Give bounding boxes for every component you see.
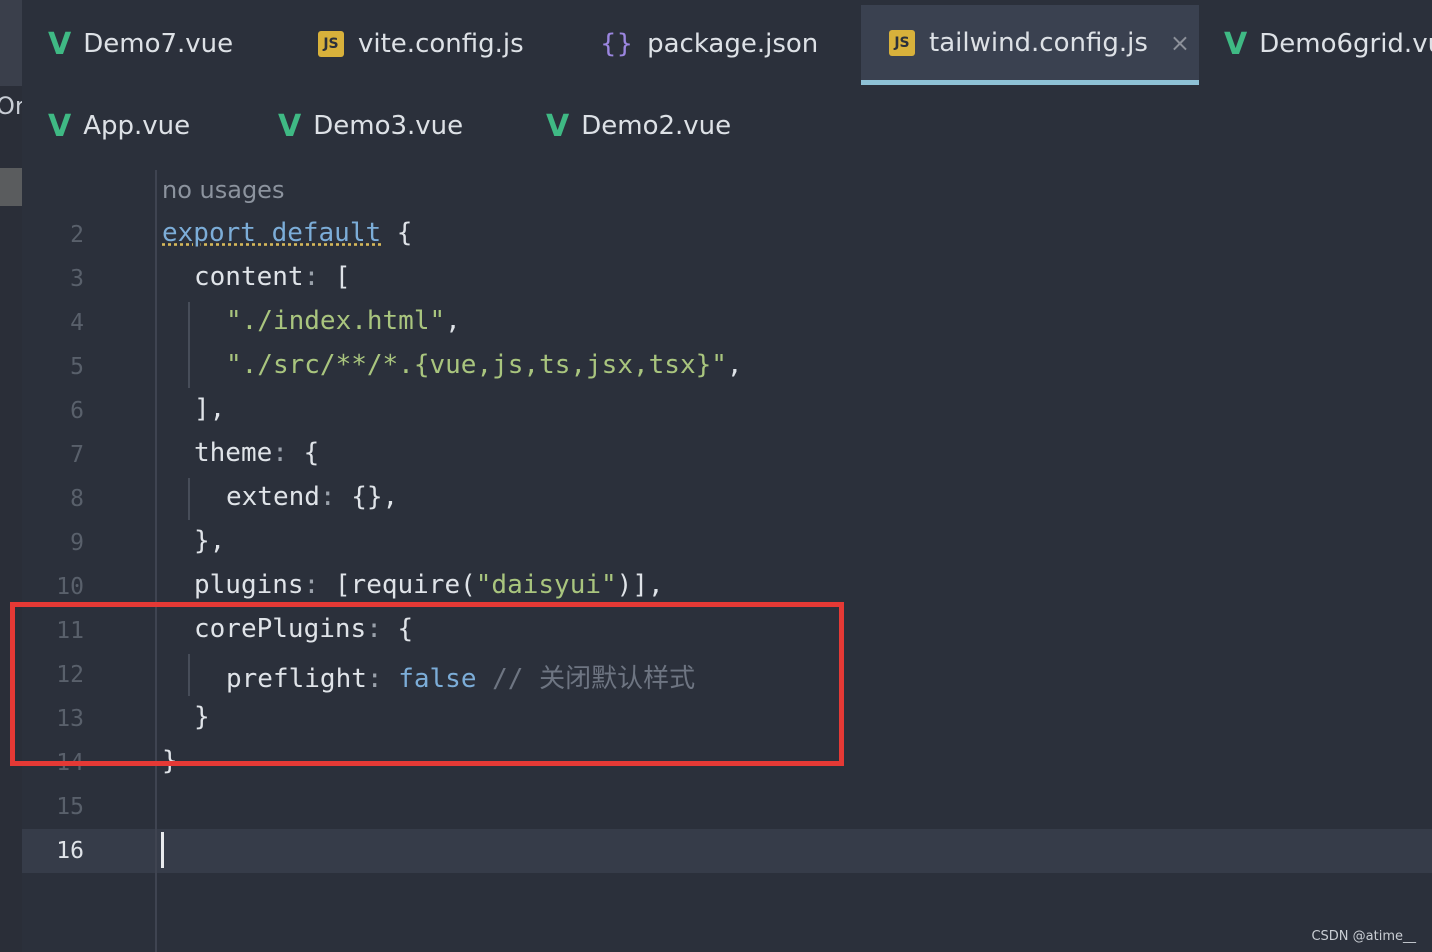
js-icon: JS	[889, 29, 915, 56]
left-panel-strip: Or	[0, 0, 25, 952]
tab-label: vite.config.js	[358, 29, 524, 59]
code-text: {	[287, 438, 320, 468]
left-panel-marker	[0, 168, 22, 206]
tab-vite-config-js[interactable]: JS vite.config.js	[318, 4, 524, 84]
code-line-6: ],	[162, 394, 225, 424]
gutter-separator	[155, 170, 157, 952]
tab-label: App.vue	[83, 111, 191, 141]
property-key: extend	[226, 482, 320, 512]
json-icon: {}	[600, 29, 634, 59]
keyword: export default	[162, 218, 382, 248]
current-line-highlight	[22, 829, 1432, 873]
tab-demo6grid-vue[interactable]: V Demo6grid.vu	[1224, 4, 1432, 84]
editor-tab-bar: V Demo7.vue JS vite.config.js {} package…	[22, 0, 1432, 170]
code-line-4: "./index.html",	[162, 306, 461, 336]
tab-label: Demo6grid.vu	[1259, 29, 1432, 59]
code-line-2: export default {	[162, 218, 412, 248]
tab-app-vue[interactable]: V App.vue	[48, 86, 190, 166]
tab-label: Demo7.vue	[83, 29, 234, 59]
code-text: {	[381, 218, 413, 248]
colon: :	[272, 438, 288, 468]
tab-label: Demo2.vue	[581, 111, 732, 141]
vue-icon: V	[278, 108, 302, 144]
string: "daisyui"	[475, 570, 617, 600]
code-text: [require(	[319, 570, 476, 600]
left-panel-top	[0, 0, 22, 86]
string: "./index.html"	[226, 306, 446, 336]
line-number: 10	[56, 574, 84, 600]
line-number: 6	[70, 398, 84, 424]
code-text: [	[319, 262, 351, 292]
tab-label: package.json	[647, 29, 819, 59]
tab-demo3-vue[interactable]: V Demo3.vue	[278, 86, 463, 166]
property-key: theme	[194, 438, 273, 468]
code-line-10: plugins: [require("daisyui")],	[162, 570, 664, 600]
tab-package-json[interactable]: {} package.json	[600, 4, 818, 84]
colon: :	[303, 262, 320, 292]
code-line-8: extend: {},	[162, 482, 398, 512]
vue-icon: V	[1224, 26, 1248, 62]
tab-demo2-vue[interactable]: V Demo2.vue	[546, 86, 731, 166]
tab-label: tailwind.config.js	[929, 27, 1148, 58]
code-text: ,	[726, 350, 743, 380]
annotation-highlight-box	[10, 602, 844, 766]
code-text: ,	[445, 306, 461, 336]
colon: :	[319, 482, 336, 512]
vue-icon: V	[48, 108, 72, 144]
line-number: 3	[70, 266, 84, 292]
watermark: CSDN @atime__	[1311, 929, 1416, 944]
line-number: 8	[70, 486, 84, 512]
vue-icon: V	[546, 108, 570, 144]
tab-tailwind-config-js[interactable]: JS tailwind.config.js ×	[861, 5, 1199, 85]
code-editor[interactable]: no usages 2 3 4 5 6 7 8 9 10 11 12 13 14…	[22, 170, 1432, 952]
code-line-5: "./src/**/*.{vue,js,ts,jsx,tsx}",	[162, 350, 743, 380]
js-icon: JS	[318, 31, 344, 57]
property-key: plugins	[194, 570, 304, 600]
line-number: 15	[56, 794, 84, 820]
string: "./src/**/*.{vue,js,ts,jsx,tsx}"	[226, 350, 727, 380]
line-number: 4	[70, 310, 84, 336]
line-number: 7	[70, 442, 84, 468]
tab-label: Demo3.vue	[313, 111, 464, 141]
property-key: content	[194, 262, 304, 292]
code-line-9: },	[162, 526, 225, 556]
vue-icon: V	[48, 26, 72, 62]
line-number-current: 16	[56, 838, 84, 864]
tab-demo7-vue[interactable]: V Demo7.vue	[48, 4, 233, 84]
line-number: 9	[70, 530, 84, 556]
code-text: ],	[194, 394, 226, 424]
usage-hint: no usages	[162, 176, 285, 204]
code-text: {},	[335, 482, 399, 512]
line-number: 5	[70, 354, 84, 380]
close-icon[interactable]: ×	[1170, 29, 1190, 57]
line-number: 2	[70, 222, 84, 248]
text-caret	[161, 832, 164, 868]
code-text: )],	[616, 570, 664, 600]
code-text: },	[194, 526, 226, 556]
colon: :	[303, 570, 320, 600]
code-line-3: content: [	[162, 262, 351, 292]
code-line-7: theme: {	[162, 438, 319, 468]
